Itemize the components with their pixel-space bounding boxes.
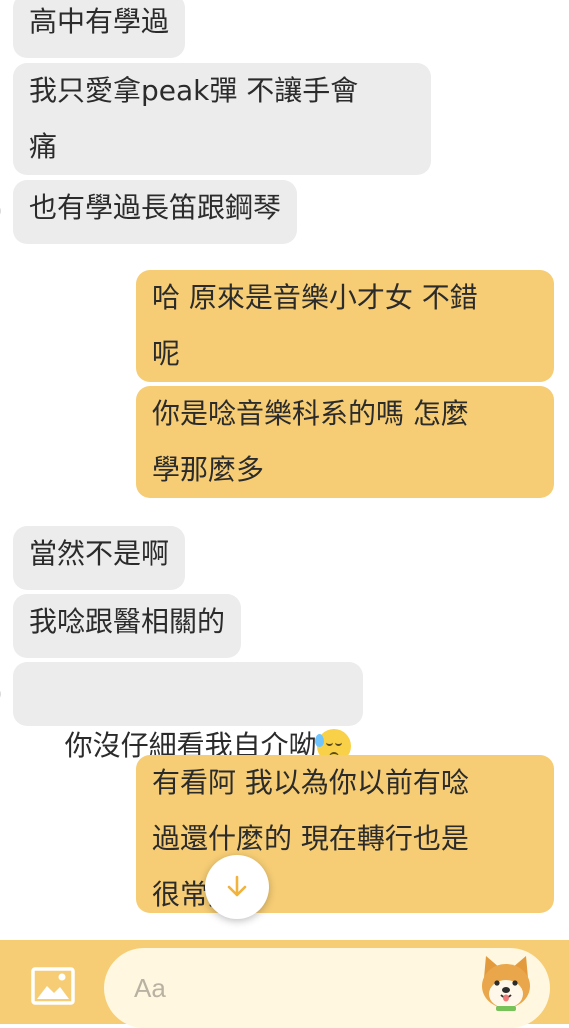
image-button[interactable]	[27, 964, 79, 1008]
message-input-placeholder: Aa	[134, 972, 166, 1003]
message-outgoing[interactable]: 有看阿 我以為你以前有唸 過還什麼的 現在轉行也是 很常見阿	[136, 755, 554, 913]
message-incoming[interactable]: 我只愛拿peak彈 不讓手會 痛	[13, 63, 431, 175]
arrow-down-icon	[227, 875, 247, 897]
message-group-marker	[0, 205, 1, 217]
message-input[interactable]: Aa	[104, 948, 550, 1028]
message-incoming[interactable]: 我唸跟醫相關的	[13, 594, 242, 658]
composer-bar: Aa	[0, 940, 569, 1028]
message-outgoing[interactable]: 哈 原來是音樂小才女 不錯 呢	[136, 270, 554, 382]
message-incoming[interactable]: 高中有學過	[13, 0, 186, 58]
image-icon	[31, 967, 75, 1005]
scroll-to-bottom-button[interactable]	[205, 855, 269, 919]
message-group-marker	[0, 688, 1, 700]
chat-thread: 高中有學過 我只愛拿peak彈 不讓手會 痛 也有學過長笛跟鋼琴 哈 原來是音樂…	[0, 0, 569, 940]
message-outgoing[interactable]: 你是唸音樂科系的嗎 怎麼 學那麼多	[136, 386, 554, 498]
message-incoming[interactable]: 也有學過長笛跟鋼琴	[13, 180, 298, 244]
message-incoming[interactable]: 當然不是啊	[13, 526, 186, 590]
message-incoming[interactable]: 你沒仔細看我自介呦	[13, 662, 363, 763]
shiba-sticker-icon[interactable]	[474, 950, 538, 1014]
